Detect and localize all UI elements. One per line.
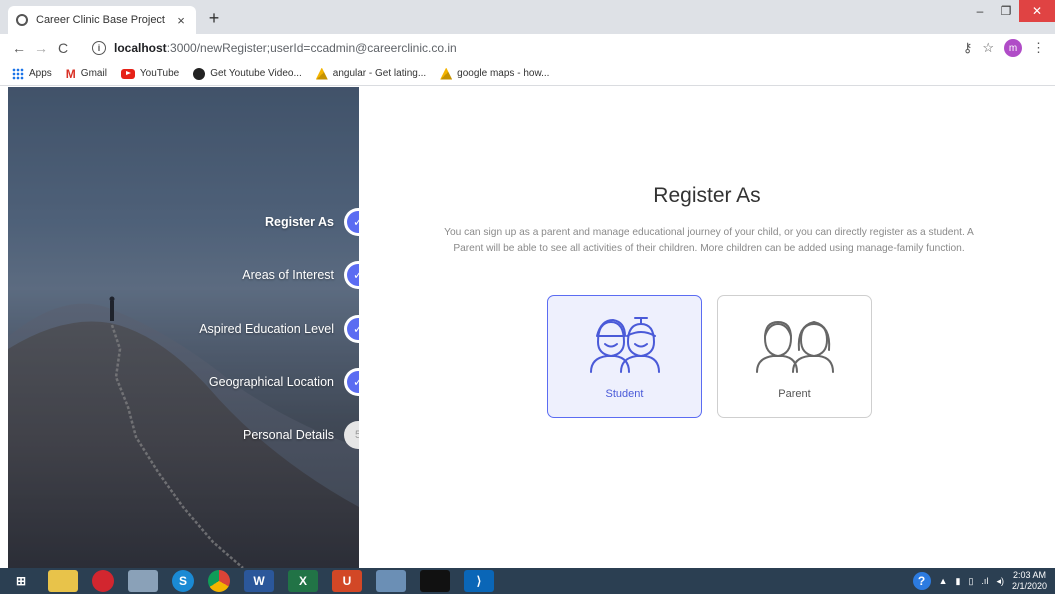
windows-start-icon[interactable]: ⊞ bbox=[8, 570, 34, 592]
clock-date: 2/1/2020 bbox=[1011, 581, 1047, 591]
tray-expand-icon[interactable]: ▲ bbox=[939, 576, 948, 586]
notes-icon[interactable] bbox=[376, 570, 406, 592]
address-bar: ← → C i localhost :3000/newRegister;user… bbox=[0, 34, 1055, 62]
apps-grid-icon bbox=[12, 67, 24, 80]
clock-time: 2:03 AM bbox=[1012, 570, 1046, 580]
step-geographical-location[interactable]: Geographical Location ✓ bbox=[209, 367, 359, 397]
url-field[interactable]: i localhost :3000/newRegister;userId=cca… bbox=[92, 37, 970, 59]
students-icon bbox=[589, 317, 660, 373]
system-clock[interactable]: 2:03 AM 2/1/2020 bbox=[1012, 570, 1047, 592]
browser-tab[interactable]: Career Clinic Base Project × bbox=[8, 6, 196, 34]
step-label: Areas of Interest bbox=[242, 268, 334, 282]
parent-option-card[interactable]: Parent bbox=[717, 295, 872, 418]
back-icon[interactable]: ← bbox=[8, 40, 30, 56]
bookmark-gmail[interactable]: M Gmail bbox=[66, 67, 107, 81]
step-label: Geographical Location bbox=[208, 375, 334, 389]
step-number: 5 bbox=[344, 421, 359, 449]
page-title: Register As bbox=[653, 184, 761, 207]
network-icon[interactable]: ▮ bbox=[956, 576, 961, 587]
skype-icon[interactable]: S bbox=[172, 570, 194, 592]
gmail-icon: M bbox=[65, 66, 76, 81]
step-label: Register As bbox=[264, 215, 334, 229]
bookmark-get-youtube-video[interactable]: Get Youtube Video... bbox=[193, 67, 302, 80]
bookmark-apps[interactable]: Apps bbox=[12, 67, 52, 80]
chrome-icon[interactable] bbox=[208, 570, 230, 592]
profile-avatar[interactable]: m bbox=[1004, 39, 1022, 57]
restore-icon[interactable]: ❐ bbox=[993, 0, 1019, 22]
office-app-icon[interactable]: U bbox=[332, 570, 362, 592]
window-controls: – ❐ ✕ bbox=[967, 0, 1055, 22]
parents-icon bbox=[755, 321, 834, 373]
student-option-card[interactable]: Student bbox=[547, 295, 702, 418]
signal-icon[interactable]: .ıl bbox=[981, 576, 988, 586]
forward-icon[interactable]: → bbox=[30, 40, 52, 56]
hero-image-panel: Register As ✓ Areas of Interest ✓ Aspire… bbox=[8, 87, 359, 568]
url-path: :3000/newRegister;userId=ccadmin@careerc… bbox=[166, 41, 457, 55]
student-option-label: Student bbox=[605, 388, 644, 400]
windows-taskbar: ⊞ S W X U ⟩ ? ▲ ▮ ▯ .ıl ◂) 2:03 AM 2/1/2… bbox=[0, 568, 1055, 594]
youtube-icon bbox=[120, 68, 135, 79]
bookmark-google-maps[interactable]: google maps - how... bbox=[440, 67, 549, 80]
address-bar-actions: ⚷ ☆ m ⋮ bbox=[963, 39, 1045, 57]
reload-icon[interactable]: C bbox=[52, 40, 74, 56]
system-tray: ? ▲ ▮ ▯ .ıl ◂) 2:03 AM 2/1/2020 bbox=[912, 568, 1047, 594]
key-icon[interactable]: ⚷ bbox=[963, 40, 973, 56]
stack-icon bbox=[315, 67, 328, 80]
url-host: localhost bbox=[114, 41, 167, 55]
tab-close-icon[interactable]: × bbox=[174, 13, 188, 28]
step-personal-details[interactable]: Personal Details 5 bbox=[243, 420, 359, 450]
info-icon[interactable]: i bbox=[92, 41, 106, 55]
register-main: Register As You can sign up as a parent … bbox=[359, 87, 1055, 568]
step-status: ✓ bbox=[344, 261, 359, 289]
word-icon[interactable]: W bbox=[244, 570, 274, 592]
parent-option-label: Parent bbox=[778, 388, 811, 400]
file-explorer-icon[interactable] bbox=[48, 570, 78, 592]
checkmark-icon: ✓ bbox=[347, 264, 359, 286]
browser-tab-bar: Career Clinic Base Project × + – ❐ ✕ bbox=[0, 0, 1055, 34]
step-label: Aspired Education Level bbox=[199, 322, 334, 336]
star-icon[interactable]: ☆ bbox=[982, 40, 994, 56]
minimize-icon[interactable]: – bbox=[967, 0, 993, 22]
bookmark-angular[interactable]: angular - Get lating... bbox=[315, 67, 426, 80]
volume-icon[interactable]: ◂) bbox=[996, 576, 1004, 587]
battery-icon[interactable]: ▯ bbox=[968, 576, 973, 587]
new-tab-button[interactable]: + bbox=[204, 8, 224, 28]
vscode-icon[interactable]: ⟩ bbox=[464, 570, 494, 592]
step-aspired-education-level[interactable]: Aspired Education Level ✓ bbox=[199, 314, 359, 344]
page-content: Register As ✓ Areas of Interest ✓ Aspire… bbox=[0, 87, 1055, 568]
stack-icon bbox=[440, 67, 453, 80]
excel-icon[interactable]: X bbox=[288, 570, 318, 592]
tab-title: Career Clinic Base Project bbox=[36, 14, 165, 26]
globe-icon bbox=[16, 14, 28, 26]
bookmarks-bar: Apps M Gmail YouTube Get Youtube Video..… bbox=[0, 62, 1055, 86]
opera-icon[interactable] bbox=[92, 570, 114, 592]
step-status: ✓ bbox=[344, 208, 359, 236]
help-icon[interactable]: ? bbox=[912, 572, 931, 590]
step-status: ✓ bbox=[344, 315, 359, 343]
step-areas-of-interest[interactable]: Areas of Interest ✓ bbox=[242, 260, 359, 290]
photos-icon[interactable] bbox=[128, 570, 158, 592]
checkmark-icon: ✓ bbox=[347, 211, 359, 233]
bookmark-youtube[interactable]: YouTube bbox=[120, 68, 179, 79]
checkmark-icon: ✓ bbox=[347, 371, 359, 393]
github-icon bbox=[193, 67, 206, 80]
step-status: ✓ bbox=[344, 368, 359, 396]
window-close-icon[interactable]: ✕ bbox=[1019, 0, 1055, 22]
checkmark-icon: ✓ bbox=[347, 318, 359, 340]
register-description: You can sign up as a parent and manage e… bbox=[444, 227, 974, 254]
terminal-icon[interactable] bbox=[420, 570, 450, 592]
step-label: Personal Details bbox=[242, 428, 334, 442]
menu-icon[interactable]: ⋮ bbox=[1032, 40, 1045, 56]
step-register-as[interactable]: Register As ✓ bbox=[265, 207, 359, 237]
